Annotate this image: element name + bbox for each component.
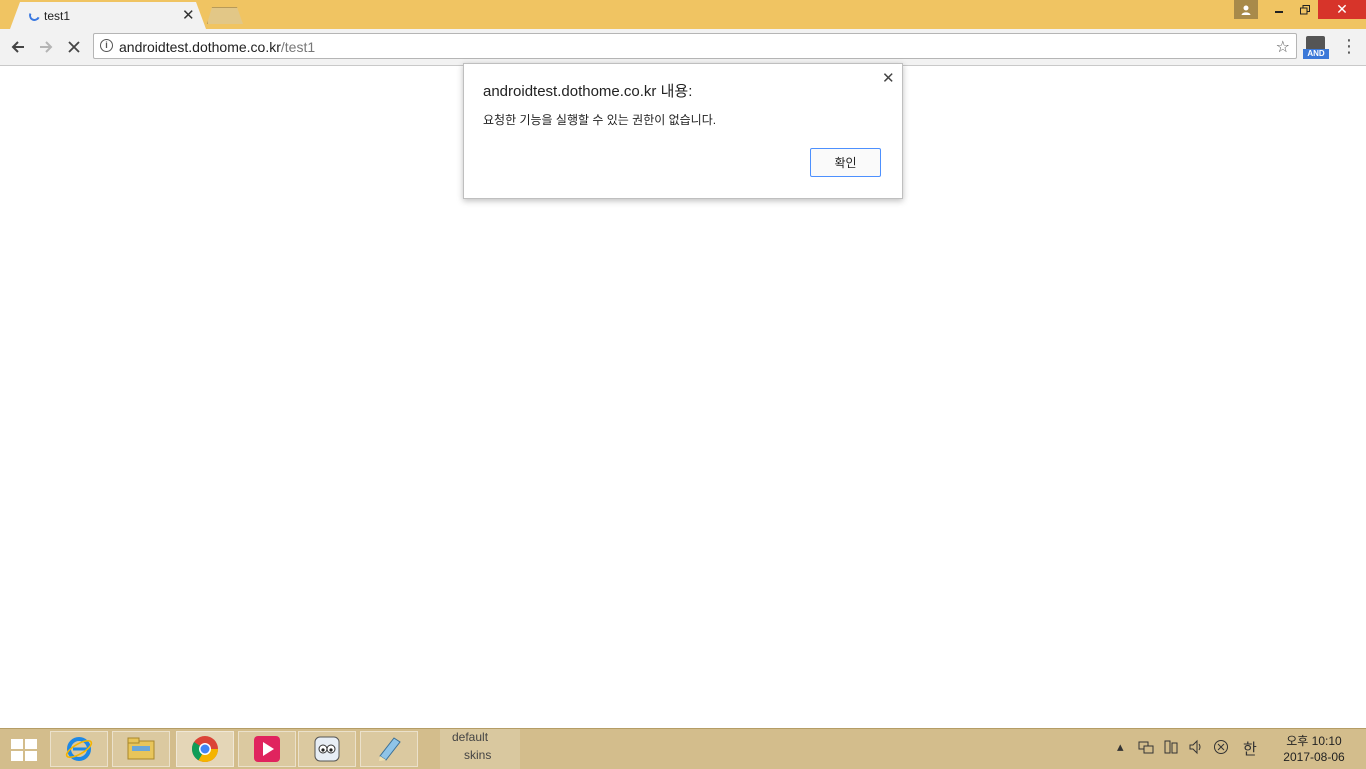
taskbar-messenger[interactable] [298, 731, 356, 767]
back-button[interactable] [6, 35, 30, 59]
taskbar-notepad[interactable] [360, 731, 418, 767]
new-tab-button[interactable] [207, 7, 243, 24]
minimize-button[interactable] [1266, 0, 1292, 19]
folder-item-skins: skins [464, 748, 492, 762]
tab-close-icon[interactable]: ✕ [182, 6, 195, 24]
taskbar-chrome[interactable] [176, 731, 234, 767]
clock-time: 오후 10:10 [1286, 734, 1342, 748]
tab-title: test1 [44, 9, 71, 23]
internet-explorer-icon [65, 737, 93, 761]
messenger-icon [314, 736, 340, 762]
menu-dots-icon[interactable]: ⋮ [1340, 35, 1358, 59]
info-icon[interactable]: i [100, 39, 113, 52]
media-play-icon [254, 736, 280, 762]
dialog-message: 요청한 기능을 실행할 수 있는 권한이 없습니다. [483, 113, 717, 127]
windows-logo-icon [11, 739, 23, 749]
restore-button[interactable] [1292, 0, 1318, 19]
taskbar-clock[interactable]: 오후 10:10 2017-08-06 [1274, 733, 1354, 765]
url-host: androidtest.dothome.co.kr [119, 39, 281, 55]
show-hidden-icons-button[interactable]: ▴ [1117, 739, 1124, 759]
start-button[interactable] [10, 738, 38, 762]
taskbar: default skins ▴ 한 오후 10:10 2017-08-06 [0, 728, 1366, 769]
url-text: androidtest.dothome.co.kr/test1 [119, 39, 315, 55]
chrome-icon [191, 736, 219, 763]
alert-dialog: androidtest.dothome.co.kr 내용: ✕ 요청한 기능을 … [463, 63, 903, 199]
dialog-title: androidtest.dothome.co.kr 내용: [483, 83, 693, 100]
status-x-icon[interactable] [1213, 739, 1229, 759]
title-bar: test1 ✕ ✕ [0, 0, 1366, 29]
taskbar-internet-explorer[interactable] [50, 731, 108, 767]
extension-badge: AND [1303, 49, 1329, 59]
taskbar-media-player[interactable] [238, 731, 296, 767]
back-arrow-icon [11, 41, 24, 53]
notepad-icon [379, 737, 401, 761]
browser-toolbar: i androidtest.dothome.co.kr/test1 ☆ AND … [0, 29, 1366, 66]
extension-button[interactable]: AND [1303, 36, 1329, 60]
dialog-close-icon[interactable]: ✕ [882, 69, 895, 87]
forward-arrow-icon [40, 41, 53, 53]
url-path: /test1 [280, 39, 316, 55]
bookmark-star-icon[interactable]: ☆ [1276, 37, 1290, 57]
user-profile-icon[interactable] [1234, 0, 1258, 19]
window-close-button[interactable]: ✕ [1318, 0, 1366, 19]
taskbar-folder-preview[interactable]: default skins [440, 729, 520, 769]
taskbar-file-explorer[interactable] [112, 731, 170, 767]
address-bar[interactable]: i androidtest.dothome.co.kr/test1 ☆ [93, 33, 1297, 59]
clock-date: 2017-08-06 [1283, 750, 1345, 764]
network-icon[interactable] [1138, 739, 1154, 759]
stop-button[interactable] [62, 35, 86, 59]
ime-indicator[interactable]: 한 [1243, 738, 1257, 758]
stop-x-icon [68, 41, 80, 53]
tab-test1[interactable]: test1 ✕ [10, 2, 206, 29]
folder-item-default: default [452, 730, 489, 744]
volume-icon[interactable] [1188, 739, 1204, 759]
folder-icon [127, 737, 155, 760]
usb-device-icon[interactable] [1163, 739, 1179, 759]
forward-button[interactable] [34, 35, 58, 59]
ok-button[interactable]: 확인 [810, 148, 881, 177]
loading-spinner-icon [27, 8, 42, 23]
